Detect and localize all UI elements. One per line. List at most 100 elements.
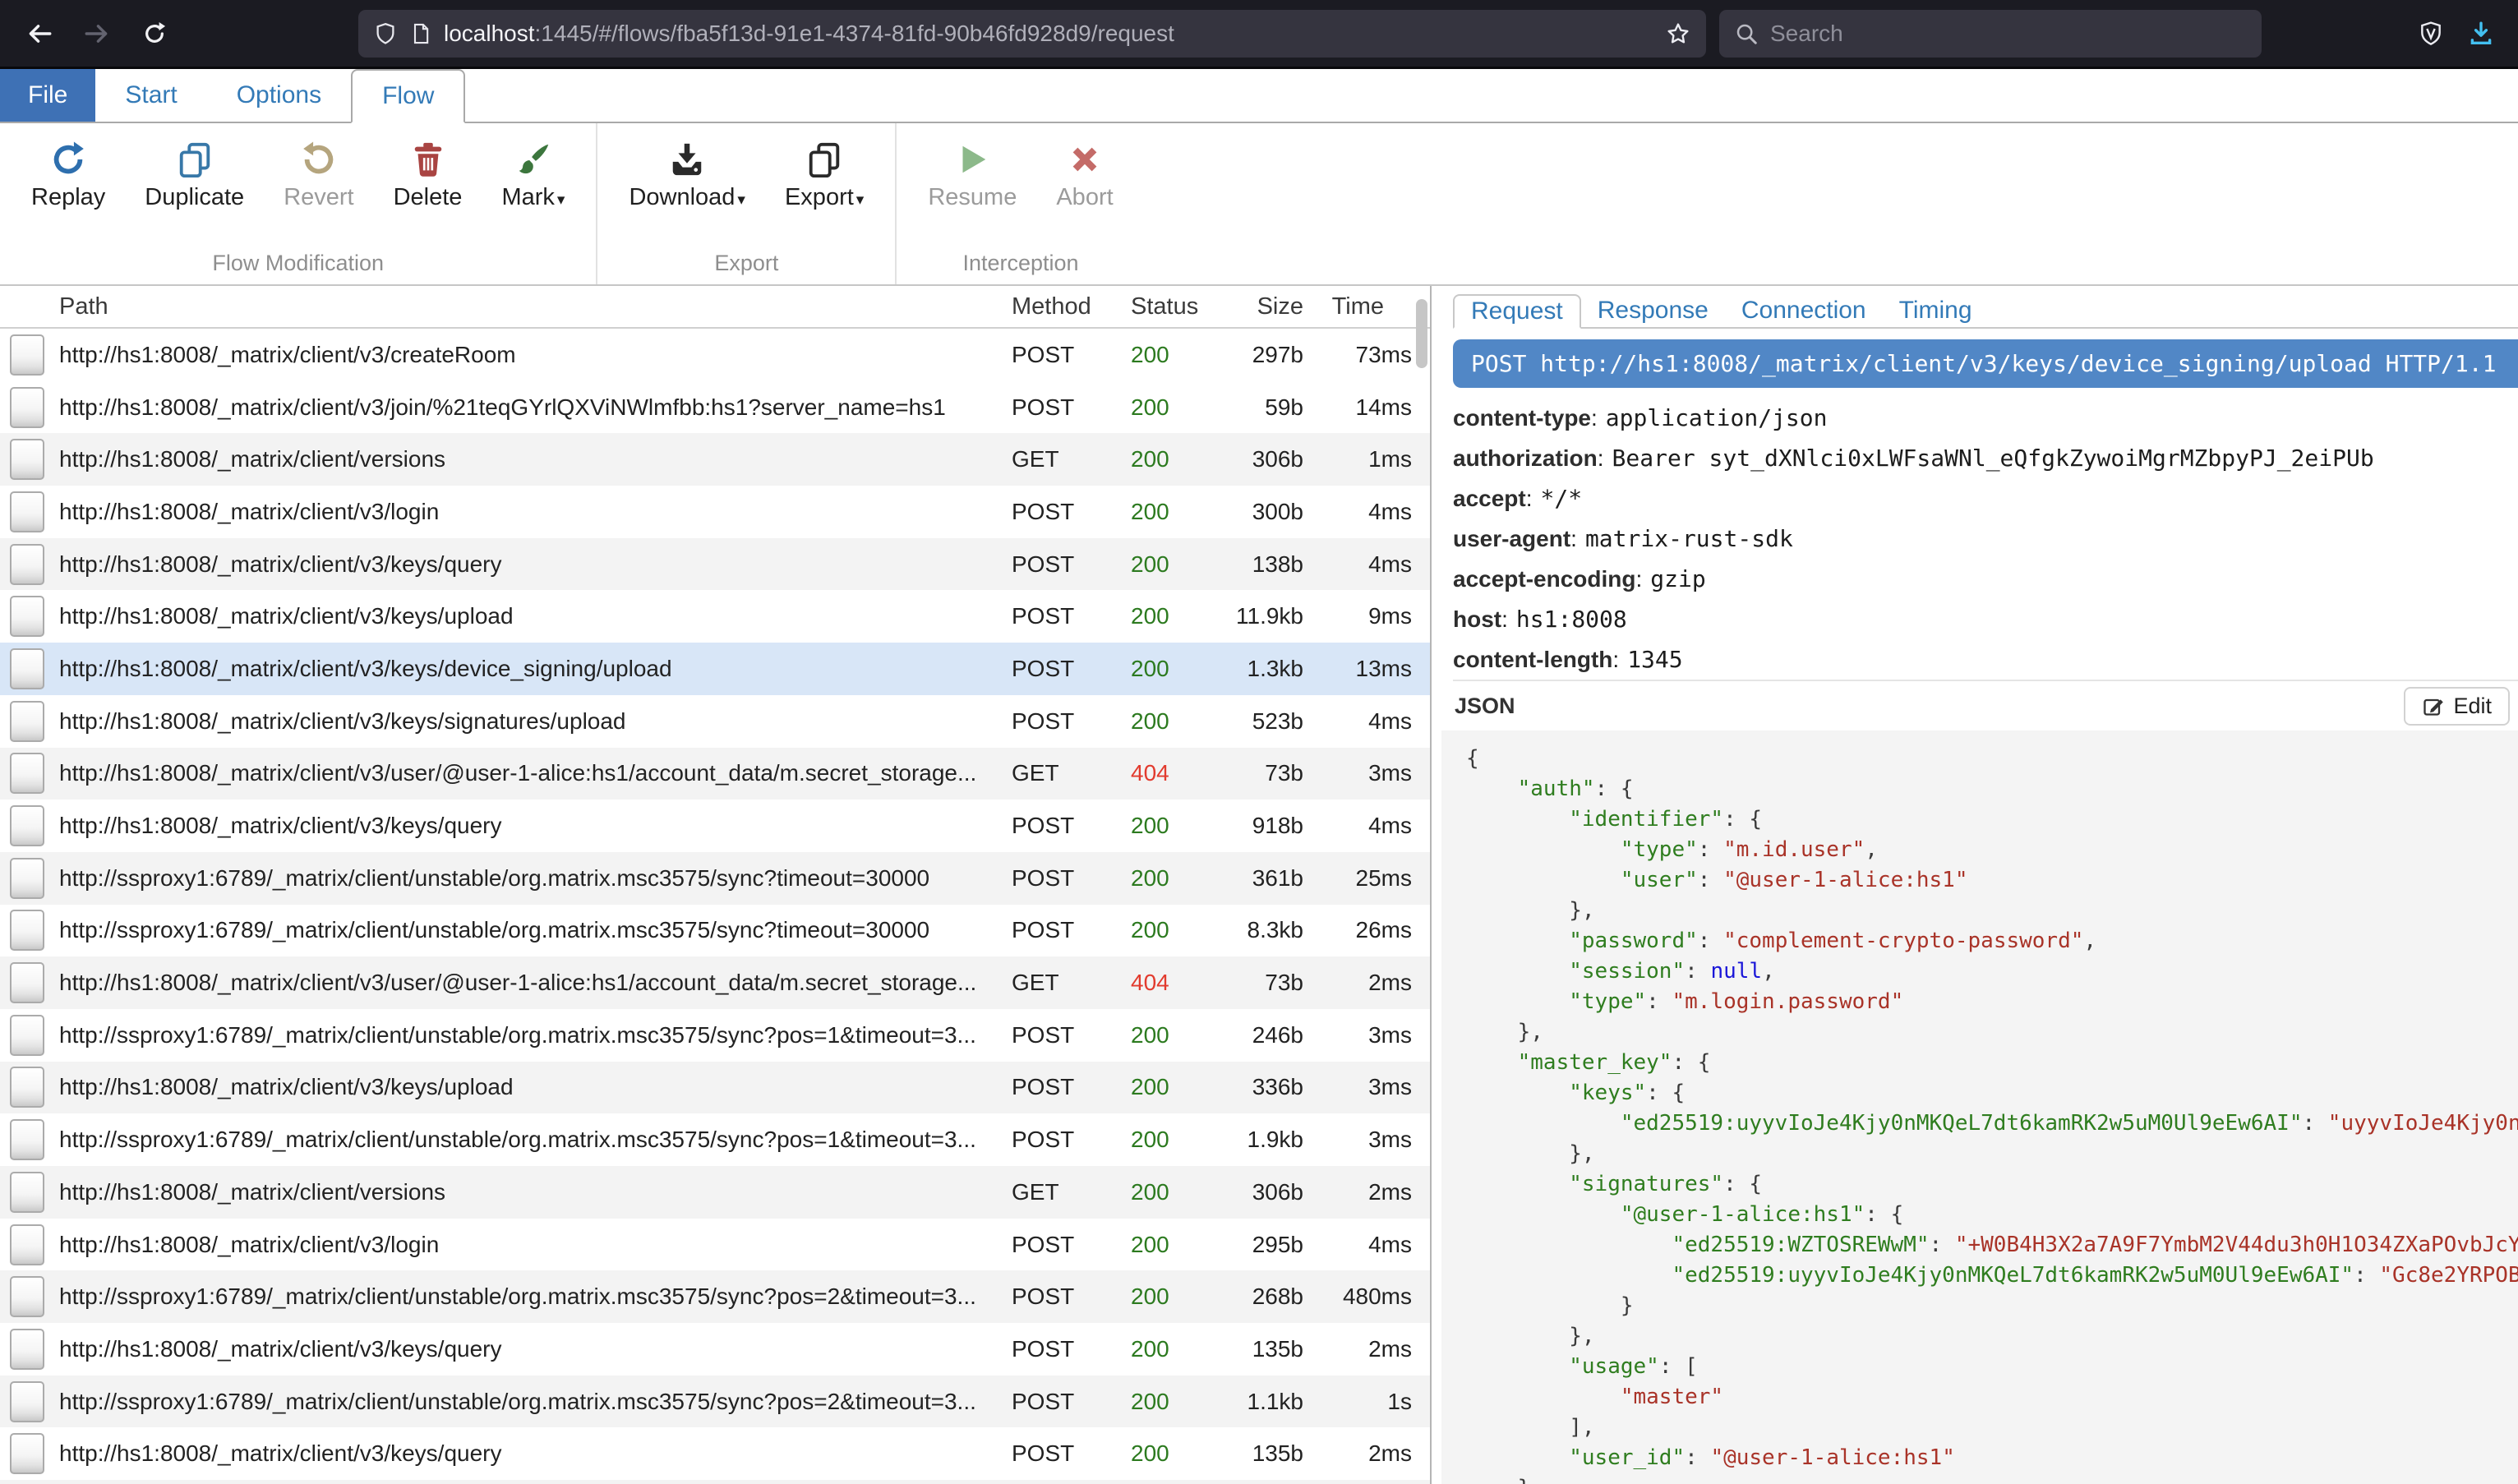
flow-mark-button[interactable] [10, 387, 44, 428]
detail-tab-timing[interactable]: Timing [1883, 294, 1989, 327]
flow-mark-button[interactable] [10, 596, 44, 637]
abort-button[interactable]: Abort [1036, 133, 1132, 216]
shield-permissions-icon[interactable] [373, 21, 398, 46]
flow-row[interactable]: http://hs1:8008/_matrix/client/v3/keys/q… [0, 1427, 1430, 1480]
bookmark-star-icon[interactable] [1665, 21, 1691, 47]
header-line[interactable]: content-type:application/json [1453, 398, 2518, 438]
search-placeholder: Search [1770, 21, 1843, 47]
json-line: "auth": { [1466, 774, 2518, 804]
duplicate-button[interactable]: Duplicate [125, 133, 264, 216]
header-line[interactable]: content-length:1345 [1453, 639, 2518, 680]
menu-tab-options[interactable]: Options [207, 69, 351, 122]
page-info-icon[interactable] [409, 21, 432, 46]
header-line[interactable]: authorization:Bearer syt_dXNlci0xLWFsaWN… [1453, 438, 2518, 478]
mark-button[interactable]: Mark▾ [482, 133, 584, 216]
forward-button[interactable] [76, 12, 118, 55]
resume-button[interactable]: Resume [908, 133, 1036, 216]
flow-size: 918b [1164, 813, 1303, 839]
flow-mark-button[interactable] [10, 1224, 44, 1265]
column-header-status[interactable]: Status [1081, 293, 1164, 320]
flow-mark-button[interactable] [10, 701, 44, 742]
flow-status: 200 [1081, 499, 1164, 525]
detail-tab-response[interactable]: Response [1581, 294, 1725, 327]
flow-mark-button[interactable] [10, 1433, 44, 1474]
flow-method: POST [975, 708, 1081, 735]
column-header-path[interactable]: Path [53, 293, 975, 320]
detail-tab-request[interactable]: Request [1453, 294, 1581, 329]
flow-mark-button[interactable] [10, 648, 44, 689]
json-body-view[interactable]: { "auth": { "identifier": { "type": "m.i… [1441, 730, 2518, 1484]
reload-button[interactable] [133, 12, 176, 55]
flow-row[interactable]: http://ssproxy1:6789/_matrix/client/unst… [0, 1009, 1430, 1062]
header-line[interactable]: user-agent:matrix-rust-sdk [1453, 518, 2518, 559]
flow-mark-button[interactable] [10, 1276, 44, 1317]
flow-row-partial[interactable] [0, 1480, 1430, 1484]
replay-button[interactable]: Replay [12, 133, 125, 216]
flow-mark-button[interactable] [10, 910, 44, 951]
flow-mark-button[interactable] [10, 1067, 44, 1108]
flow-row[interactable]: http://hs1:8008/_matrix/client/v3/keys/q… [0, 538, 1430, 591]
flow-mark-button[interactable] [10, 334, 44, 376]
flows-scrollbar-thumb[interactable] [1416, 299, 1427, 368]
flow-mark-button[interactable] [10, 962, 44, 1003]
flow-row[interactable]: http://hs1:8008/_matrix/client/v3/keys/s… [0, 695, 1430, 748]
flow-mark-button[interactable] [10, 753, 44, 794]
flow-row[interactable]: http://hs1:8008/_matrix/client/v3/loginP… [0, 486, 1430, 538]
column-header-time[interactable]: Time [1303, 293, 1412, 320]
flow-time: 3ms [1303, 760, 1412, 786]
flow-mark-button[interactable] [10, 491, 44, 532]
flow-mark-button[interactable] [10, 1119, 44, 1160]
edit-body-button[interactable]: Edit [2404, 687, 2510, 726]
flow-row[interactable]: http://hs1:8008/_matrix/client/v3/keys/q… [0, 800, 1430, 852]
flow-row[interactable]: http://ssproxy1:6789/_matrix/client/unst… [0, 1270, 1430, 1323]
flow-mark-button[interactable] [10, 1329, 44, 1370]
header-line[interactable]: host:hs1:8008 [1453, 599, 2518, 639]
flow-mark-button[interactable] [10, 858, 44, 899]
flow-time: 9ms [1303, 603, 1412, 629]
flow-row[interactable]: http://hs1:8008/_matrix/client/v3/loginP… [0, 1219, 1430, 1271]
flow-row[interactable]: http://ssproxy1:6789/_matrix/client/unst… [0, 1113, 1430, 1166]
extension-shield-icon[interactable] [2418, 21, 2444, 47]
flow-row[interactable]: http://hs1:8008/_matrix/client/v3/keys/q… [0, 1323, 1430, 1376]
flow-mark-button[interactable] [10, 1015, 44, 1056]
flow-row[interactable]: http://ssproxy1:6789/_matrix/client/unst… [0, 905, 1430, 957]
revert-button[interactable]: Revert [264, 133, 373, 216]
back-button[interactable] [18, 12, 61, 55]
column-header-size[interactable]: Size [1164, 293, 1303, 320]
flow-mark-button[interactable] [10, 805, 44, 846]
toolbar-button-label: Download▾ [629, 184, 745, 211]
flow-row[interactable]: http://hs1:8008/_matrix/client/versionsG… [0, 1166, 1430, 1219]
flow-time: 3ms [1303, 1074, 1412, 1100]
download-button[interactable]: Download▾ [609, 133, 765, 216]
menu-tab-flow[interactable]: Flow [351, 69, 465, 123]
flow-mark-button[interactable] [10, 1172, 44, 1213]
flow-row[interactable]: http://hs1:8008/_matrix/client/v3/keys/d… [0, 643, 1430, 695]
column-header-method[interactable]: Method [975, 293, 1081, 320]
flow-row[interactable]: http://hs1:8008/_matrix/client/versionsG… [0, 433, 1430, 486]
delete-button[interactable]: Delete [374, 133, 482, 216]
flow-mark-button[interactable] [10, 439, 44, 480]
flow-row[interactable]: http://hs1:8008/_matrix/client/v3/keys/u… [0, 590, 1430, 643]
flow-method: POST [975, 1127, 1081, 1153]
flow-mark-button[interactable] [10, 544, 44, 585]
flow-row[interactable]: http://hs1:8008/_matrix/client/v3/join/%… [0, 381, 1430, 434]
browser-search-bar[interactable]: Search [1719, 10, 2262, 58]
file-menu-button[interactable]: File [0, 69, 95, 122]
flow-row[interactable]: http://hs1:8008/_matrix/client/v3/create… [0, 329, 1430, 381]
header-line[interactable]: accept:*/* [1453, 478, 2518, 518]
detail-tab-connection[interactable]: Connection [1725, 294, 1883, 327]
flow-mark-button[interactable] [10, 1381, 44, 1422]
flow-row[interactable]: http://hs1:8008/_matrix/client/v3/user/@… [0, 748, 1430, 800]
header-line[interactable]: accept-encoding:gzip [1453, 559, 2518, 599]
url-bar[interactable]: localhost:1445/#/flows/fba5f13d-91e1-437… [358, 10, 1706, 58]
header-colon: : [1598, 445, 1604, 472]
flow-row[interactable]: http://hs1:8008/_matrix/client/v3/user/@… [0, 956, 1430, 1009]
flow-rows: http://hs1:8008/_matrix/client/v3/create… [0, 329, 1430, 1484]
menu-tab-start[interactable]: Start [95, 69, 206, 122]
flow-row[interactable]: http://ssproxy1:6789/_matrix/client/unst… [0, 852, 1430, 905]
request-line[interactable]: POST http://hs1:8008/_matrix/client/v3/k… [1453, 339, 2518, 388]
flow-row[interactable]: http://ssproxy1:6789/_matrix/client/unst… [0, 1376, 1430, 1428]
downloads-icon[interactable] [2467, 20, 2495, 48]
export-button[interactable]: Export▾ [765, 133, 883, 216]
flow-row[interactable]: http://hs1:8008/_matrix/client/v3/keys/u… [0, 1062, 1430, 1114]
